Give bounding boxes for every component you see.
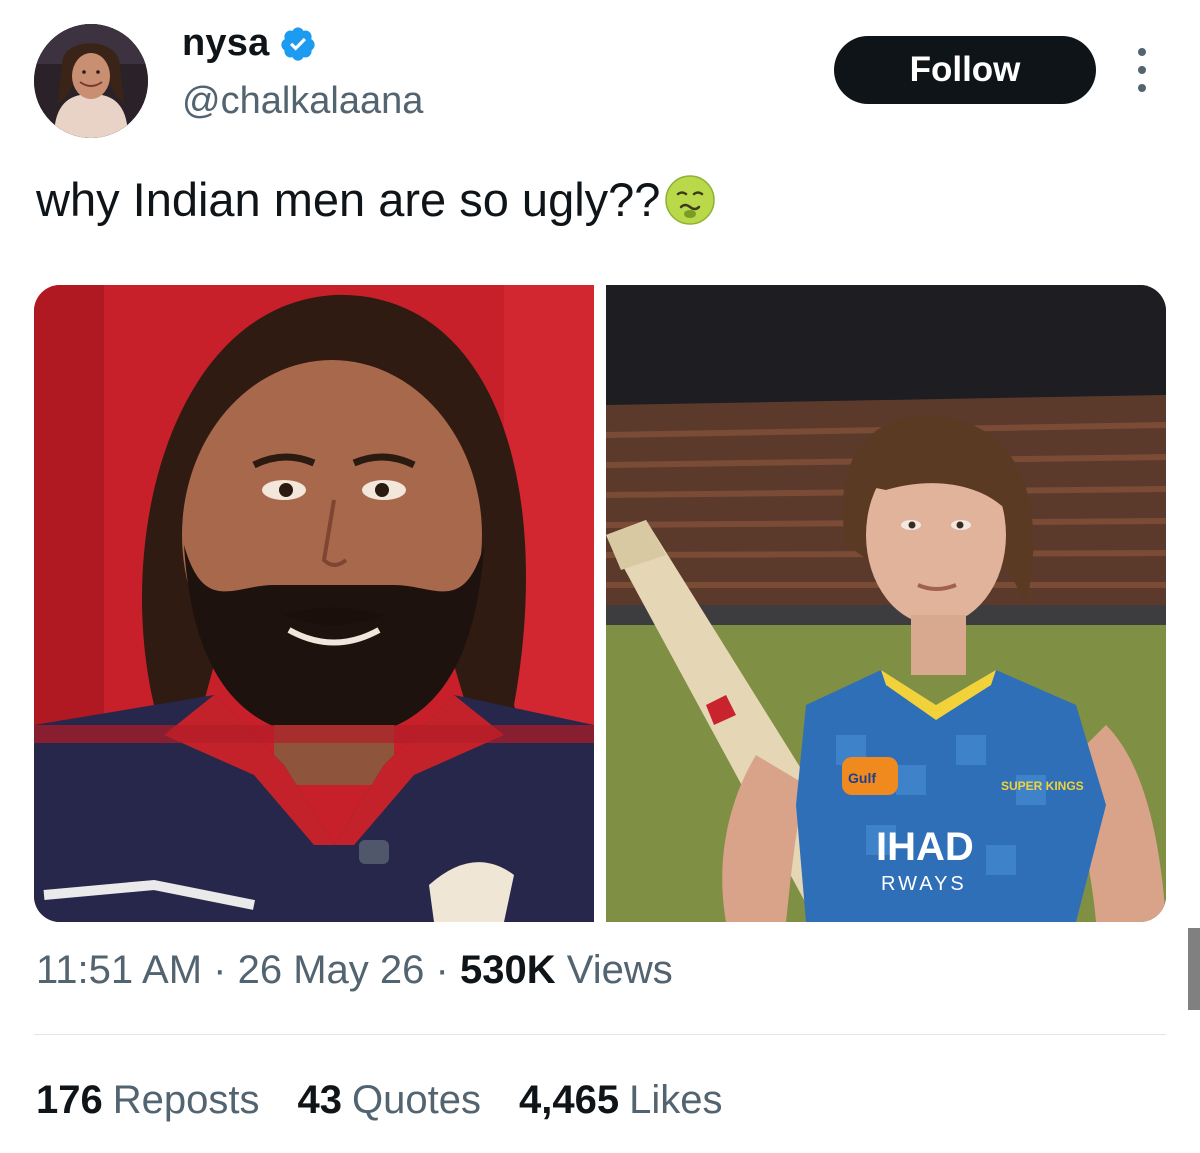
jersey-team-text: SUPER KINGS	[1001, 779, 1084, 793]
media-photo-left[interactable]	[34, 285, 594, 922]
nauseated-face-emoji	[665, 175, 716, 225]
author-handle[interactable]: @chalkalaana	[182, 80, 423, 123]
quotes-label: Quotes	[352, 1078, 481, 1122]
meta-separator: ·	[435, 948, 449, 992]
likes-count: 4,465	[518, 1078, 620, 1122]
tweet-date[interactable]: 26 May 26	[238, 948, 425, 992]
jersey-sponsor-text: Gulf	[848, 770, 876, 786]
jersey-airline-line2: RWAYS	[881, 873, 967, 895]
likes-label: Likes	[629, 1078, 723, 1122]
more-options-icon[interactable]	[1124, 48, 1160, 92]
views-count[interactable]: 530K	[460, 948, 556, 992]
meta-separator: ·	[213, 948, 227, 992]
jersey-airline-line1: IHAD	[876, 825, 974, 869]
verified-badge-icon	[281, 26, 316, 61]
tweet-time[interactable]: 11:51 AM	[36, 948, 202, 992]
views-label[interactable]: Views	[567, 948, 673, 992]
divider	[34, 1034, 1166, 1035]
tweet-meta: 11:51 AM · 26 May 26 · 530K Views	[36, 948, 673, 993]
author-name-row[interactable]: nysa	[182, 22, 317, 65]
tweet-body: why Indian men are so ugly??	[36, 173, 661, 226]
follow-button[interactable]: Follow	[834, 36, 1096, 104]
reposts-stat[interactable]: 176 Reposts	[36, 1078, 260, 1123]
tweet-text: why Indian men are so ugly??	[36, 170, 716, 230]
reposts-label: Reposts	[112, 1078, 260, 1122]
photo-bearded-man	[34, 285, 594, 922]
author-display-name[interactable]: nysa	[182, 22, 269, 65]
media-photo-right[interactable]: Gulf SUPER KINGS IHAD RWAYS	[606, 285, 1166, 922]
likes-stat[interactable]: 4,465 Likes	[519, 1078, 723, 1123]
engagement-stats: 176 Reposts 43 Quotes 4,465 Likes	[36, 1078, 722, 1123]
quotes-count: 43	[297, 1078, 343, 1122]
tweet-media[interactable]: Gulf SUPER KINGS IHAD RWAYS	[34, 285, 1166, 922]
avatar-photo	[34, 24, 148, 138]
scrollbar-thumb[interactable]	[1188, 928, 1200, 1010]
photo-young-cricketer: Gulf SUPER KINGS IHAD RWAYS	[606, 285, 1166, 922]
tweet-view: nysa @chalkalaana Follow why Indian men …	[0, 0, 1200, 1153]
reposts-count: 176	[36, 1078, 103, 1122]
author-avatar[interactable]	[34, 24, 148, 138]
quotes-stat[interactable]: 43 Quotes	[298, 1078, 481, 1123]
